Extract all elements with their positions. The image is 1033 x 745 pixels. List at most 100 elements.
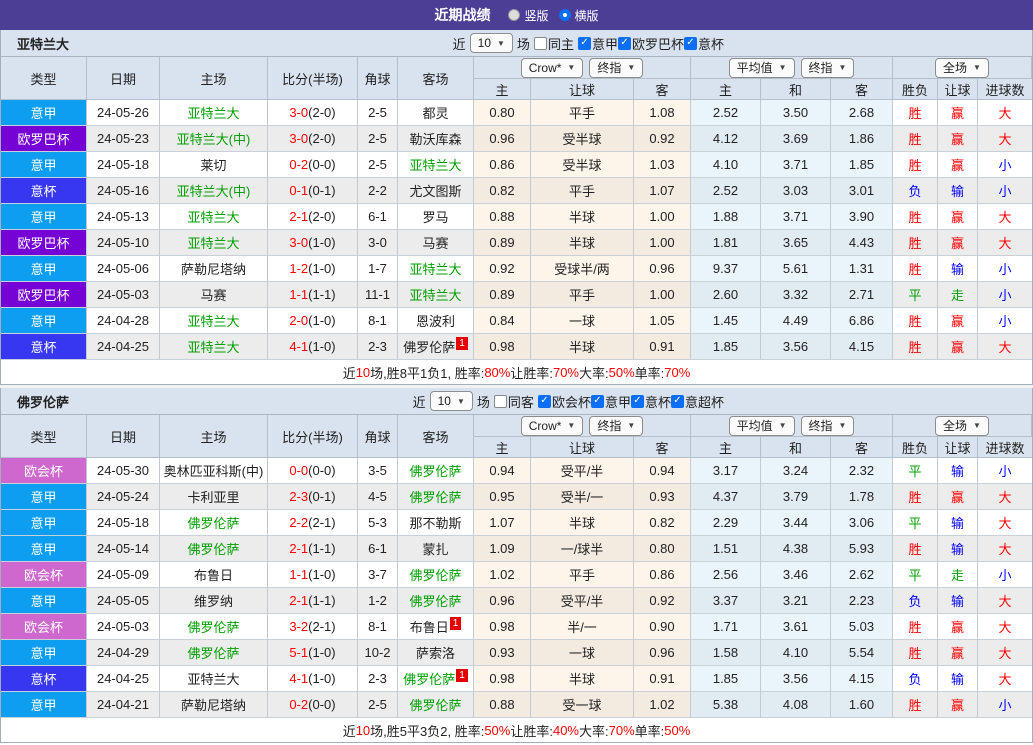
result-winloss-cell: 平: [893, 562, 938, 588]
result-handicap-cell: 输: [938, 536, 978, 562]
table-row: 意甲 24-04-29 佛罗伦萨 5-1 (1-0) 10-2 萨索洛 0.93 一球 0.96 1…: [1, 640, 1032, 666]
home-team-cell: 亚特兰大: [160, 334, 268, 360]
odds-company-select[interactable]: Crow* ▼: [520, 415, 584, 436]
checkbox-unchecked-icon[interactable]: [533, 36, 547, 50]
home-team-cell: 亚特兰大: [160, 100, 268, 126]
checkbox-checked-icon[interactable]: ✓: [630, 394, 644, 408]
summary-text: 70%: [552, 364, 579, 380]
col-away: 客场: [398, 57, 474, 100]
checkbox-checked-icon[interactable]: ✓: [617, 36, 631, 50]
red-card-badge: 1: [449, 617, 462, 630]
corner-cell: 1-7: [358, 256, 398, 282]
checkbox-checked-icon[interactable]: ✓: [577, 36, 591, 50]
same-venue-checkbox[interactable]: 同主: [533, 34, 574, 53]
league-checkbox[interactable]: ✓ 意杯: [630, 392, 671, 411]
games-label: 场: [516, 36, 530, 52]
result-goals-cell: 大: [978, 588, 1032, 614]
league-checkbox[interactable]: ✓ 欧罗巴杯: [617, 34, 684, 53]
league-filter-group: ✓ 意甲 ✓ 欧罗巴杯 ✓ 意杯: [577, 33, 724, 53]
table-row: 意甲 24-04-28 亚特兰大 2-0 (1-0) 8-1 恩波利 0.84 一球 1.05 1.…: [1, 308, 1032, 334]
column-header: 类型 日期 主场 比分(半场) 角球 客场 Crow* ▼ 终指 ▼ 平均值 ▼ 终指…: [1, 415, 1032, 458]
odds-home-cell: 0.96: [474, 126, 531, 152]
odds-home-cell: 1.09: [474, 536, 531, 562]
result-winloss-cell: 胜: [893, 100, 938, 126]
page-title: 近期战绩: [434, 7, 491, 23]
avg-stage-select[interactable]: 终指 ▼: [800, 57, 855, 78]
corner-cell: 10-2: [358, 640, 398, 666]
avg-home-cell: 5.38: [691, 692, 761, 718]
league-checkbox[interactable]: ✓ 意超杯: [670, 392, 724, 411]
chevron-down-icon: ▼: [627, 421, 636, 430]
odds-stage-select[interactable]: 终指 ▼: [589, 57, 644, 78]
date-cell: 24-05-16: [87, 178, 160, 204]
result-goals-cell: 小: [978, 178, 1032, 204]
away-team-cell: 布鲁日 1: [398, 614, 474, 640]
home-team-cell: 佛罗伦萨: [160, 510, 268, 536]
checkbox-checked-icon[interactable]: ✓: [670, 394, 684, 408]
corner-cell: 1-2: [358, 588, 398, 614]
col-home: 主场: [160, 57, 268, 100]
date-cell: 24-05-18: [87, 510, 160, 536]
result-handicap-cell: 输: [938, 666, 978, 692]
avg-home-cell: 2.60: [691, 282, 761, 308]
avg-stage-select[interactable]: 终指 ▼: [800, 415, 855, 436]
avg-home-cell: 9.37: [691, 256, 761, 282]
odds-stage-select[interactable]: 终指 ▼: [589, 415, 644, 436]
corner-cell: 2-2: [358, 178, 398, 204]
col-score: 比分(半场): [268, 415, 358, 458]
scope-select[interactable]: 全场 ▼: [935, 57, 989, 78]
league-checkbox[interactable]: ✓ 欧会杯: [537, 392, 591, 411]
radio-checked-icon[interactable]: [558, 9, 571, 21]
sub-avg-draw: 和: [761, 79, 831, 100]
near-label: 近: [452, 36, 466, 52]
col-type: 类型: [1, 57, 87, 100]
radio-unchecked-icon[interactable]: [508, 9, 521, 21]
home-team-cell: 萨勒尼塔纳: [160, 692, 268, 718]
handicap-cell: 平手: [531, 282, 634, 308]
checkbox-checked-icon[interactable]: ✓: [537, 394, 551, 408]
league-checkbox[interactable]: ✓ 意杯: [683, 34, 724, 53]
summary-text: 场,胜8平1负1, 胜率:: [370, 365, 485, 381]
away-team-cell: 马赛: [398, 230, 474, 256]
scope-select[interactable]: 全场 ▼: [935, 415, 989, 436]
odds-away-cell: 0.91: [634, 334, 691, 360]
result-group-header: 全场 ▼: [893, 415, 1032, 437]
result-winloss-cell: 胜: [893, 230, 938, 256]
table-row: 欧罗巴杯 24-05-03 马赛 1-1 (1-1) 11-1 亚特兰大 0.89 平手 1.00…: [1, 282, 1032, 308]
handicap-cell: 半球: [531, 230, 634, 256]
same-venue-checkbox[interactable]: 同客: [493, 392, 534, 411]
score-cell: 1-1 (1-0): [268, 562, 358, 588]
avg-home-cell: 2.52: [691, 178, 761, 204]
sub-handicap-result: 让球: [938, 437, 978, 458]
checkbox-unchecked-icon[interactable]: [493, 394, 507, 408]
avg-source-select[interactable]: 平均值 ▼: [728, 57, 795, 78]
league-cell: 欧罗巴杯: [1, 126, 87, 152]
layout-radio-horizontal[interactable]: 横版: [558, 7, 599, 24]
checkbox-checked-icon[interactable]: ✓: [683, 36, 697, 50]
odds-company-select[interactable]: Crow* ▼: [520, 57, 584, 78]
corner-cell: 2-5: [358, 126, 398, 152]
result-handicap-cell: 输: [938, 510, 978, 536]
sub-winloss: 胜负: [893, 437, 938, 458]
recent-count-select[interactable]: 10 ▼: [469, 33, 513, 53]
filter-bar: 近 10 ▼ 场 同主 ✓ 意甲 ✓ 欧罗巴杯 ✓ 意杯: [453, 33, 724, 53]
avg-home-cell: 3.37: [691, 588, 761, 614]
avg-draw-cell: 3.65: [761, 230, 831, 256]
avg-source-select[interactable]: 平均值 ▼: [728, 415, 795, 436]
layout-radio-vertical[interactable]: 竖版: [508, 7, 549, 24]
odds-away-cell: 0.92: [634, 126, 691, 152]
league-checkbox[interactable]: ✓ 意甲: [577, 34, 618, 53]
league-cell: 意甲: [1, 204, 87, 230]
away-team-cell: 尤文图斯: [398, 178, 474, 204]
checkbox-checked-icon[interactable]: ✓: [590, 394, 604, 408]
recent-count-select[interactable]: 10 ▼: [429, 391, 473, 411]
result-handicap-cell: 输: [938, 256, 978, 282]
summary-text: 10: [355, 364, 371, 380]
home-team-cell: 佛罗伦萨: [160, 640, 268, 666]
league-checkbox[interactable]: ✓ 意甲: [590, 392, 631, 411]
avg-draw-cell: 3.56: [761, 666, 831, 692]
corner-cell: 2-5: [358, 152, 398, 178]
result-handicap-cell: 赢: [938, 152, 978, 178]
result-winloss-cell: 平: [893, 510, 938, 536]
odds-home-cell: 0.98: [474, 334, 531, 360]
